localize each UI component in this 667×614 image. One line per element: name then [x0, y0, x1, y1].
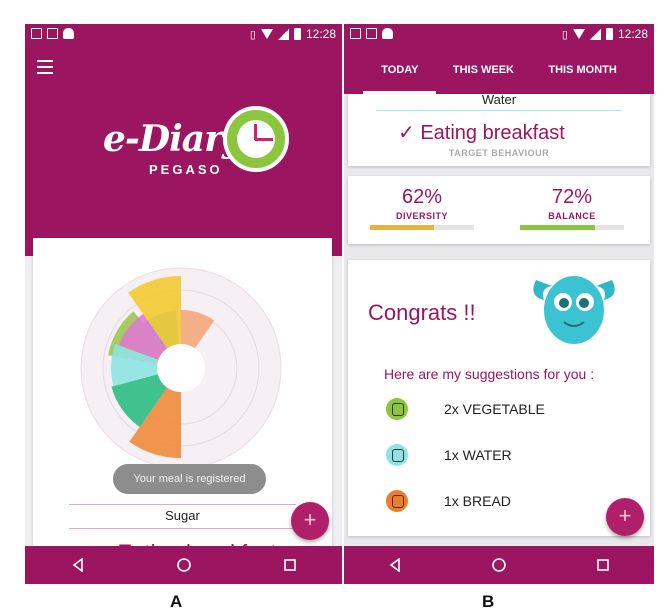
gmail-icon — [350, 28, 361, 39]
bread-icon — [386, 490, 408, 512]
status-time: 12:28 — [305, 27, 336, 41]
battery-icon — [293, 28, 301, 40]
diversity-progress-fill — [370, 225, 435, 230]
home-icon[interactable] — [491, 557, 507, 573]
android-nav-bar — [344, 546, 654, 584]
recent-apps-icon[interactable] — [596, 558, 610, 572]
tab-this-month[interactable]: THIS MONTH — [542, 56, 622, 94]
diversity-value: 62% — [401, 186, 443, 208]
vibrate-icon: ▯ — [249, 28, 256, 41]
food-group-radial-chart — [80, 267, 282, 469]
suggestions-title: Here are my suggestions for you : — [384, 366, 595, 382]
vegetable-icon — [386, 398, 408, 420]
logo-main-text: e-Diary — [103, 118, 243, 160]
status-bar: ▯ 12:28 — [344, 24, 654, 46]
food-label-sugar: Sugar — [165, 508, 200, 523]
mascot-monster-icon — [533, 276, 615, 344]
caption-b: B — [482, 592, 495, 611]
home-icon[interactable] — [176, 557, 192, 573]
suggestion-text: 2x VEGETABLE — [444, 401, 545, 417]
food-label-water: Water — [481, 92, 517, 107]
divider — [376, 110, 622, 111]
gmail-icon — [31, 28, 42, 39]
android-icon — [382, 28, 393, 39]
back-icon[interactable] — [71, 558, 85, 572]
phone-screen-b: ▯ 12:28 TODAY THIS WEEK THIS MONTH Water… — [344, 24, 654, 584]
balance-progress-fill — [520, 225, 595, 230]
add-meal-button[interactable]: + — [291, 502, 329, 540]
menu-icon[interactable] — [37, 60, 53, 78]
recent-apps-icon[interactable] — [283, 558, 297, 572]
tab-this-week[interactable]: THIS WEEK — [447, 56, 520, 94]
app-header: e-Diary PEGASO TODAY THIS WEEK THIS MONT… — [25, 46, 342, 258]
balance-progress-bar — [520, 225, 624, 230]
suggestion-item: 1x WATER — [386, 444, 512, 466]
balance-value: 72% — [551, 186, 593, 208]
android-icon — [63, 28, 74, 39]
suggestion-item: 1x BREAD — [386, 490, 511, 512]
target-behaviour-caption: TARGET BEHAVIOUR — [448, 148, 550, 158]
scores-card: 62% DIVERSITY 72% BALANCE — [348, 176, 650, 244]
suggestion-text: 1x BREAD — [444, 493, 511, 509]
chart-center — [157, 344, 205, 392]
caption-a: A — [170, 592, 183, 611]
suggestions-card: Congrats !! Here are my suggestions for … — [348, 260, 650, 536]
status-time: 12:28 — [617, 27, 648, 41]
target-behaviour-text: ✓ Eating breakfast — [398, 122, 565, 144]
suggestion-text: 1x WATER — [444, 447, 512, 463]
wifi-icon — [572, 29, 585, 39]
divider — [69, 504, 296, 505]
back-icon[interactable] — [388, 558, 402, 572]
diversity-label: DIVERSITY — [395, 211, 448, 221]
target-behaviour-card: Water ✓ Eating breakfast TARGET BEHAVIOU… — [348, 92, 650, 166]
clock-icon — [223, 106, 289, 172]
e-diary-logo: e-Diary PEGASO — [103, 106, 293, 186]
divider — [69, 528, 296, 529]
gallery-icon — [366, 28, 377, 39]
figure: ▯ 12:28 e-Diary PEGASO TODAY THIS WEEK T… — [0, 0, 667, 614]
signal-icon — [277, 28, 289, 40]
meal-chart-card: Your meal is registered Sugar ✓ Eating b… — [33, 238, 332, 568]
diversity-progress-bar — [370, 225, 474, 230]
battery-icon — [605, 28, 613, 40]
balance-metric: 72% BALANCE — [520, 186, 624, 230]
balance-label: BALANCE — [548, 211, 596, 221]
vibrate-icon: ▯ — [561, 28, 568, 41]
android-nav-bar — [25, 546, 342, 584]
signal-icon — [589, 28, 601, 40]
phone-screen-a: ▯ 12:28 e-Diary PEGASO TODAY THIS WEEK T… — [25, 24, 342, 584]
meal-registered-toast: Your meal is registered — [113, 464, 266, 494]
period-tabs: TODAY THIS WEEK THIS MONTH — [344, 46, 654, 94]
diversity-metric: 62% DIVERSITY — [370, 186, 474, 230]
status-bar: ▯ 12:28 — [25, 24, 342, 46]
tab-today[interactable]: TODAY — [363, 56, 437, 94]
add-meal-button[interactable]: + — [606, 498, 644, 536]
suggestion-item: 2x VEGETABLE — [386, 398, 545, 420]
wifi-icon — [260, 29, 273, 39]
water-glass-icon — [386, 444, 408, 466]
congrats-message: Congrats !! — [368, 300, 476, 325]
logo-sub-text: PEGASO — [149, 162, 223, 177]
gallery-icon — [47, 28, 58, 39]
